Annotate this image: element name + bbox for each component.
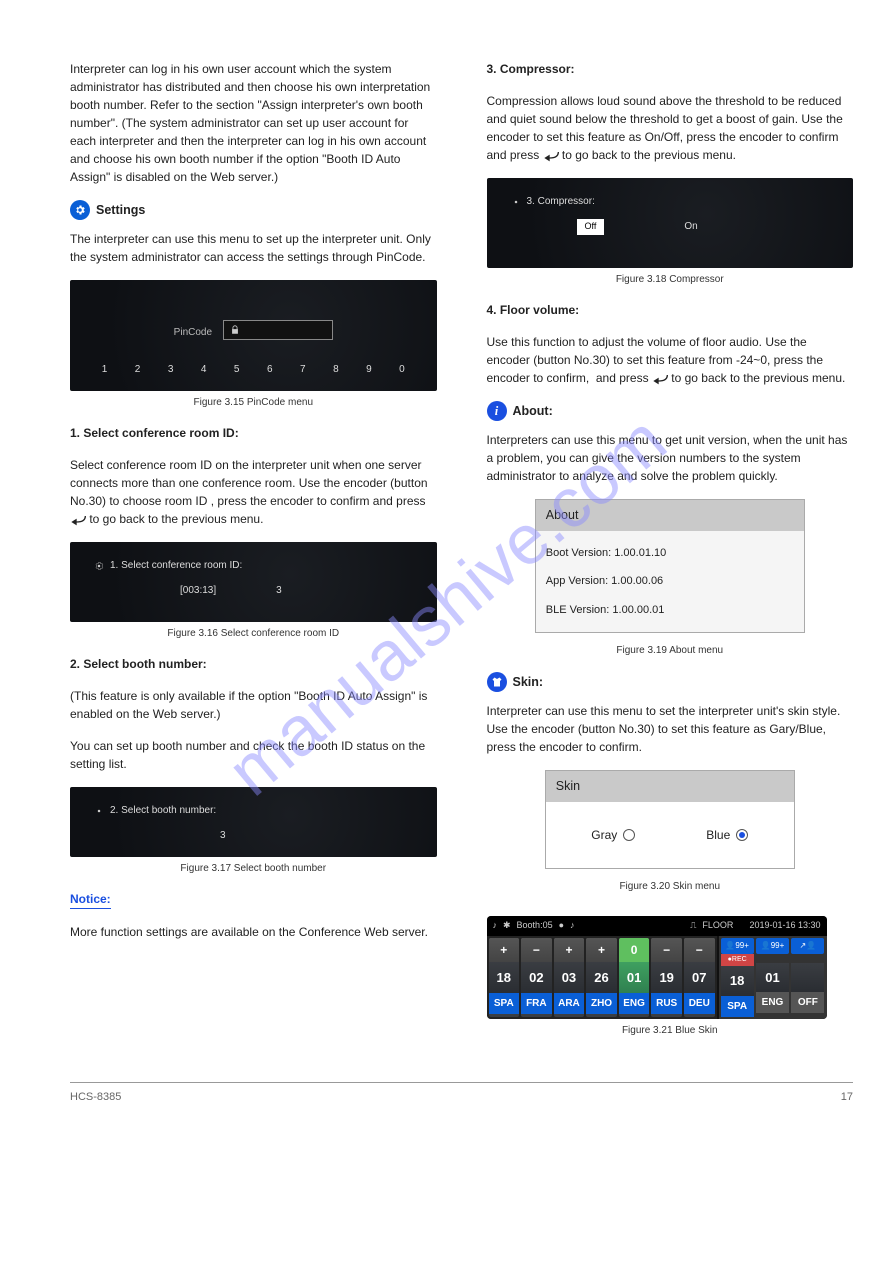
notice: Notice:: [70, 890, 437, 909]
about-text: Interpreters can use this menu to get un…: [487, 431, 854, 485]
digit-9[interactable]: 9: [366, 362, 372, 377]
app-version: App Version: 1.00.00.06: [546, 567, 794, 596]
channel-zho[interactable]: +26ZHO: [586, 938, 617, 1017]
panel-time: 2019-01-16 13:30: [749, 919, 820, 933]
digit-2[interactable]: 2: [135, 362, 141, 377]
shot-room-label: 1. Select conference room ID:: [110, 558, 242, 573]
digit-5[interactable]: 5: [234, 362, 240, 377]
out-spa[interactable]: 👤99+ ●REC 18 SPA: [721, 938, 754, 1017]
right-column: 3. Compressor: Compression allows loud s…: [487, 60, 854, 1052]
sec2-text: (This feature is only available if the o…: [70, 687, 437, 723]
skin-text: Interpreter can use this menu to set the…: [487, 702, 854, 756]
digit-8[interactable]: 8: [333, 362, 339, 377]
blue-skin-panel: ♪ ✱ Booth:05 ● ♪ ⎍ FLOOR 2019-01-16 13:3…: [487, 916, 827, 1019]
digit-4[interactable]: 4: [201, 362, 207, 377]
panel-booth: Booth:05: [517, 919, 553, 933]
compressor-on[interactable]: On: [684, 219, 697, 234]
skin-gray-label: Gray: [591, 826, 617, 844]
notice-text: More function settings are available on …: [70, 923, 437, 941]
shot-comp-label: 3. Compressor:: [527, 194, 595, 209]
channel-ara[interactable]: +03ARA: [554, 938, 585, 1017]
about-box-title: About: [536, 500, 804, 531]
skin-gray-option[interactable]: Gray: [591, 826, 635, 844]
digit-3[interactable]: 3: [168, 362, 174, 377]
digit-0[interactable]: 0: [399, 362, 405, 377]
about-heading-text: About:: [513, 402, 553, 421]
sec4-text: Use this function to adjust the volume o…: [487, 333, 854, 387]
dot-icon: ●: [559, 919, 564, 933]
panel-floor: FLOOR: [702, 919, 733, 933]
screenshot-booth: 2. Select booth number: 3: [70, 787, 437, 857]
footer: HCS-8385 17: [0, 1083, 893, 1106]
settings-para: The interpreter can use this menu to set…: [70, 230, 437, 266]
sec1-title: 1. Select conference room ID:: [70, 424, 437, 442]
pincode-input[interactable]: [223, 320, 333, 340]
figure-caption-2: Figure 3.16 Select conference room ID: [70, 626, 437, 641]
shot-booth-val[interactable]: 3: [220, 830, 226, 841]
gear-icon: [70, 200, 90, 220]
channel-fra[interactable]: −02FRA: [521, 938, 552, 1017]
skin-heading: Skin:: [487, 672, 854, 692]
headset-icon: ♪: [493, 919, 498, 933]
figure-caption-4: Figure 3.18 Compressor: [487, 272, 854, 287]
skin-blue-option[interactable]: Blue: [706, 826, 748, 844]
screenshot-pincode: PinCode 1 2 3 4 5 6 7 8 9 0: [70, 280, 437, 391]
back-arrow-icon: [543, 150, 559, 162]
gear-icon: [94, 806, 104, 816]
about-box: About Boot Version: 1.00.01.10 App Versi…: [535, 499, 805, 633]
gear-icon: [94, 561, 104, 571]
about-heading: i About:: [487, 401, 854, 421]
gear-icon: [511, 197, 521, 207]
mic-icon: ⎍: [690, 919, 696, 933]
screenshot-room-id: 1. Select conference room ID: [003:13] 3: [70, 542, 437, 622]
settings-heading-text: Settings: [96, 201, 145, 220]
sec4-title: 4. Floor volume:: [487, 301, 854, 319]
skin-blue-label: Blue: [706, 826, 730, 844]
figure-caption-7: Figure 3.21 Blue Skin: [487, 1023, 854, 1038]
digit-7[interactable]: 7: [300, 362, 306, 377]
skin-box-title: Skin: [546, 771, 794, 802]
out-off[interactable]: ↗👤 OFF: [791, 938, 824, 1017]
notice-label: Notice:: [70, 890, 111, 909]
back-arrow-icon: [652, 373, 668, 385]
lock-icon: [230, 325, 240, 335]
sec3-title: 3. Compressor:: [487, 60, 854, 78]
skin-box: Skin Gray Blue: [545, 770, 795, 869]
intro-para: Interpreter can log in his own user acco…: [70, 60, 437, 186]
digit-6[interactable]: 6: [267, 362, 273, 377]
info-icon: i: [487, 401, 507, 421]
out-eng[interactable]: 👤99+ 01 ENG: [756, 938, 789, 1017]
note-icon: ♪: [570, 919, 575, 933]
back-arrow-icon: [70, 514, 86, 526]
channel-rus[interactable]: −19RUS: [651, 938, 682, 1017]
boot-version: Boot Version: 1.00.01.10: [546, 539, 794, 568]
channel-deu[interactable]: −07DEU: [684, 938, 715, 1017]
skin-heading-text: Skin:: [513, 673, 544, 692]
footer-page: 17: [841, 1089, 853, 1106]
figure-caption-6: Figure 3.20 Skin menu: [487, 879, 854, 894]
figure-caption-3: Figure 3.17 Select booth number: [70, 861, 437, 876]
settings-heading: Settings: [70, 200, 437, 220]
compressor-off[interactable]: Off: [577, 219, 605, 235]
figure-caption-1: Figure 3.15 PinCode menu: [70, 395, 437, 410]
bluetooth-icon: ✱: [503, 919, 511, 933]
digit-1[interactable]: 1: [102, 362, 108, 377]
shirt-icon: [487, 672, 507, 692]
left-column: Interpreter can log in his own user acco…: [70, 60, 437, 1052]
pincode-label: PinCode: [174, 327, 212, 338]
shot-room-val[interactable]: 3: [276, 583, 282, 598]
screenshot-compressor: 3. Compressor: Off On: [487, 178, 854, 268]
sec2-text2: You can set up booth number and check th…: [70, 737, 437, 773]
ble-version: BLE Version: 1.00.00.01: [546, 596, 794, 625]
sec3-text: Compression allows loud sound above the …: [487, 92, 854, 164]
shot-booth-label: 2. Select booth number:: [110, 803, 216, 818]
page-body: Interpreter can log in his own user acco…: [0, 0, 893, 1082]
figure-caption-5: Figure 3.19 About menu: [487, 643, 854, 658]
channel-spa[interactable]: +18SPA: [489, 938, 520, 1017]
footer-model: HCS-8385: [70, 1089, 121, 1106]
sec2-title: 2. Select booth number:: [70, 655, 437, 673]
channel-eng[interactable]: 001ENG: [619, 938, 650, 1017]
sec1-text: Select conference room ID on the interpr…: [70, 456, 437, 528]
shot-room-id: [003:13]: [180, 583, 216, 598]
